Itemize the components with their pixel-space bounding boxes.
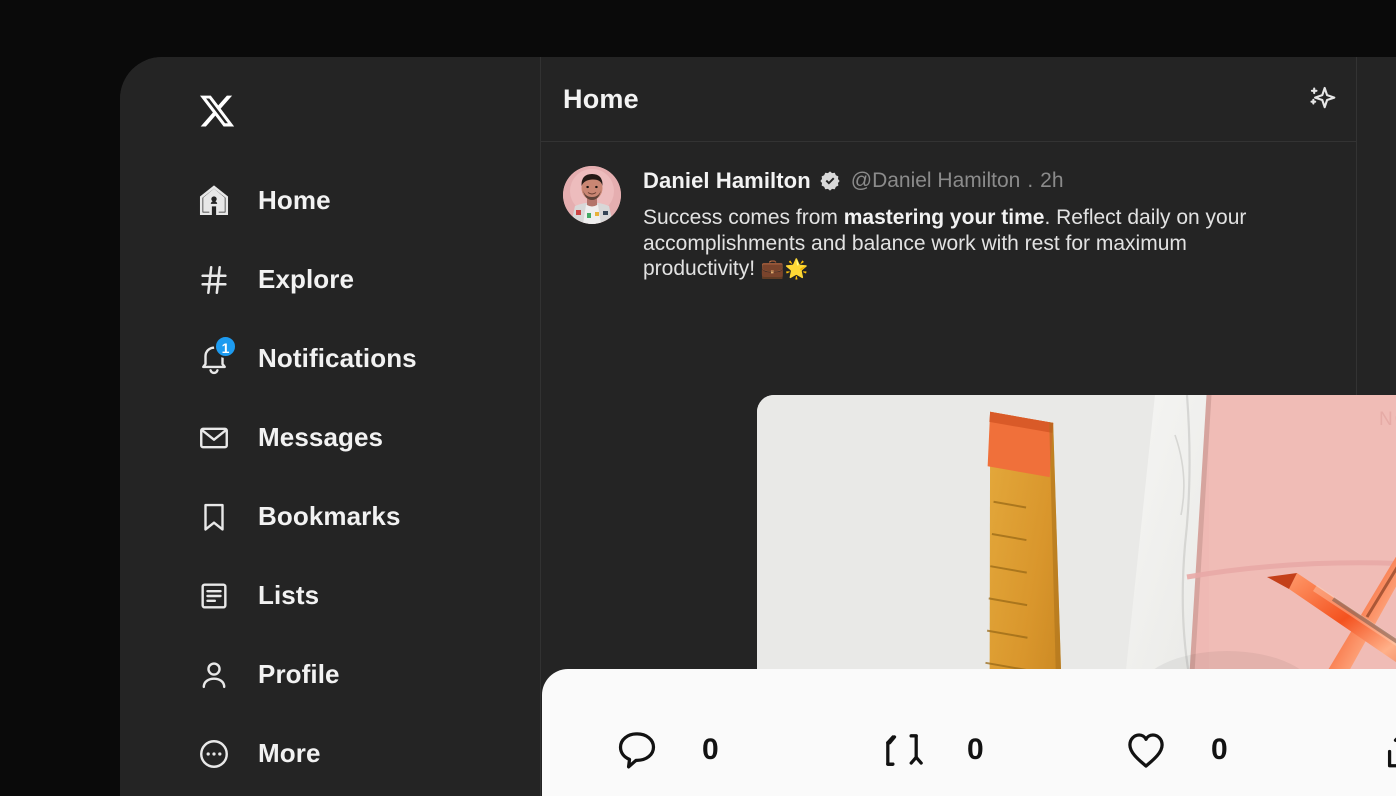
verified-badge-icon [819,170,841,192]
tweet-body: Daniel Hamilton @Daniel Hamilton . 2h Su… [643,166,1336,283]
tweet-text-emoji: 💼🌟 [760,259,809,280]
meta-separator: . [1027,169,1034,192]
sidebar-item-label: Messages [258,422,384,452]
display-name: Daniel Hamilton [643,168,811,193]
comment-icon[interactable] [614,727,660,773]
sidebar-item-label: Explore [258,264,355,294]
app-window: Home Explore 1 Notifications Messages Bo… [120,57,1396,796]
screen: Home Explore 1 Notifications Messages Bo… [0,0,1396,796]
sidebar-item-label: More [258,738,321,768]
sidebar: Home Explore 1 Notifications Messages Bo… [120,57,541,796]
like-action[interactable]: 0 [1123,727,1228,773]
sidebar-item-label: Notifications [258,343,417,373]
handle: @Daniel Hamilton [850,169,1021,192]
list-icon [196,578,232,614]
sidebar-item-explore[interactable]: Explore [120,240,541,319]
retweet-icon[interactable] [879,727,925,773]
sidebar-item-lists[interactable]: Lists [120,556,541,635]
sidebar-item-label: Lists [258,580,320,610]
sidebar-item-home[interactable]: Home [120,161,541,240]
sidebar-item-label: Bookmarks [258,501,401,531]
feed-header: Home [541,57,1356,142]
retweet-action[interactable]: 0 [879,727,984,773]
sidebar-item-profile[interactable]: Profile [120,635,541,714]
sparkles-icon[interactable] [1304,82,1338,116]
share-action[interactable] [1380,727,1396,773]
x-logo-icon[interactable] [198,92,236,130]
sidebar-nav: Home Explore 1 Notifications Messages Bo… [120,161,541,793]
tweet-card[interactable]: Daniel Hamilton @Daniel Hamilton . 2h Su… [541,142,1396,755]
share-icon[interactable] [1380,727,1396,773]
sidebar-item-more[interactable]: More [120,714,541,793]
retweet-count: 0 [967,733,984,766]
sidebar-item-notifications[interactable]: 1 Notifications [120,319,541,398]
svg-text:NOTES: NOTES [1379,409,1396,430]
sidebar-item-label: Home [258,185,331,215]
timestamp: 2h [1040,169,1064,192]
reply-count: 0 [702,733,719,766]
tweet-action-bar: 0 0 0 [542,669,1396,796]
hashtag-icon [196,262,232,298]
heart-icon[interactable] [1123,727,1169,773]
envelope-icon [196,420,232,456]
tweet-header: Daniel Hamilton @Daniel Hamilton . 2h Su… [563,166,1336,283]
person-icon [196,657,232,693]
tweet-text-emphasis: mastering your time [843,206,1045,229]
bookmark-icon [196,499,232,535]
avatar[interactable] [563,166,621,224]
tweet-text: Success comes from mastering your time. … [643,205,1291,283]
like-count: 0 [1211,733,1228,766]
reply-action[interactable]: 0 [614,727,719,773]
bell-icon: 1 [196,334,237,377]
sidebar-item-label: Profile [258,659,340,689]
home-icon [196,183,232,219]
sidebar-item-messages[interactable]: Messages [120,398,541,477]
tweet-text-lead: Success comes from [643,206,844,229]
page-title: Home [563,83,639,114]
tweet-meta-row: Daniel Hamilton @Daniel Hamilton . 2h [643,166,1336,196]
sidebar-item-bookmarks[interactable]: Bookmarks [120,477,541,556]
ellipsis-circle-icon [196,736,232,772]
notification-badge: 1 [214,334,237,358]
